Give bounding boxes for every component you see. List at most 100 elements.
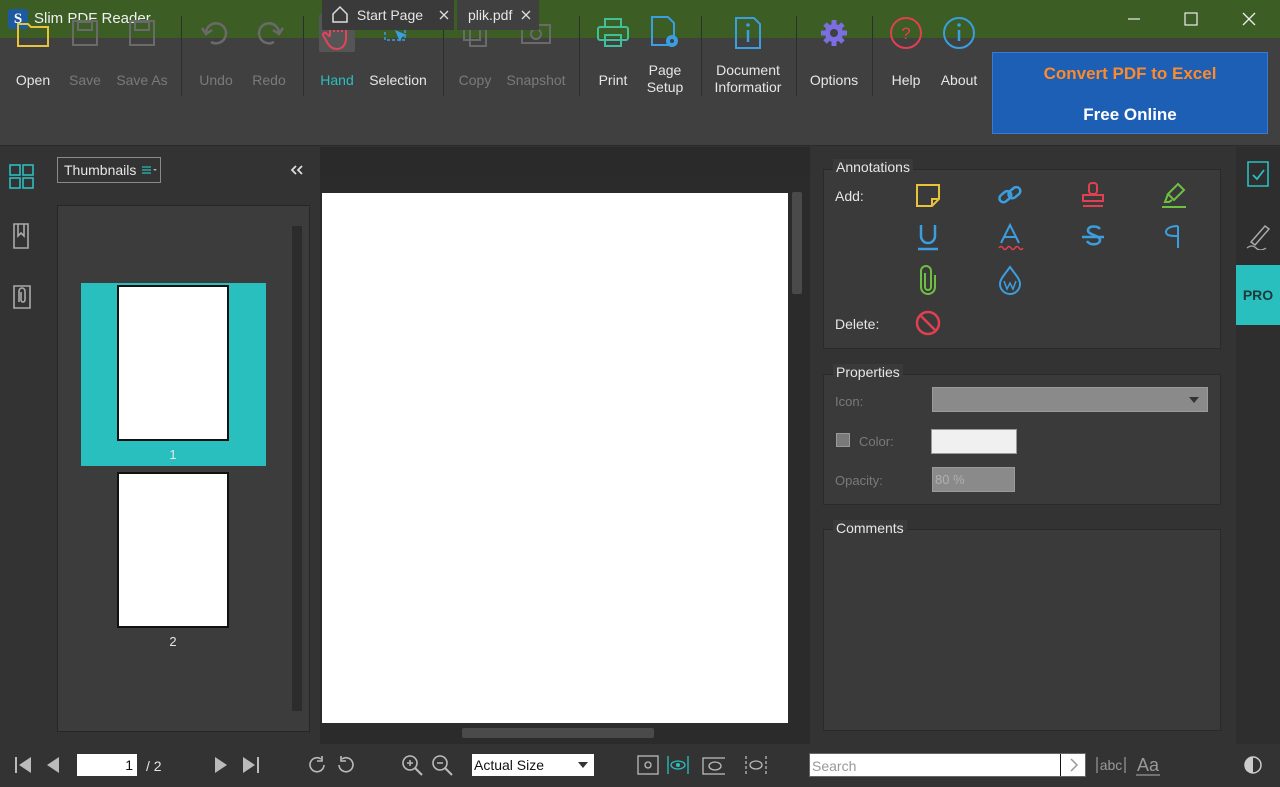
rotate-counterclockwise-button[interactable] <box>334 754 358 776</box>
page-setup-icon <box>651 16 678 47</box>
attachment-icon <box>13 285 31 309</box>
previous-page-icon <box>47 757 59 773</box>
add-freehand-button[interactable] <box>1160 223 1188 251</box>
about-button[interactable]: About <box>937 10 981 102</box>
collapse-panel-button[interactable] <box>290 163 304 181</box>
whole-word-icon: abc <box>1096 757 1126 773</box>
annotations-sidebar-button[interactable] <box>1245 160 1271 193</box>
redo-icon <box>257 22 285 45</box>
options-button[interactable]: Options <box>806 10 862 102</box>
zoom-level-value: Actual Size <box>474 757 545 773</box>
rotate-counterclockwise-icon <box>338 756 354 773</box>
single-page-view-button[interactable] <box>636 754 660 776</box>
undo-button[interactable]: Undo <box>194 10 238 102</box>
help-icon: ? <box>890 17 922 49</box>
view-continuous-icon <box>667 756 689 774</box>
close-icon <box>1242 12 1256 26</box>
thumbnails-view-button[interactable] <box>8 163 36 196</box>
total-pages: / 2 <box>146 758 162 774</box>
minimize-button[interactable] <box>1105 0 1163 38</box>
delete-annotation-button[interactable] <box>914 309 942 337</box>
convert-pdf-promo-banner[interactable]: Convert PDF to Excel Free Online <box>992 52 1268 134</box>
add-squiggly-button[interactable] <box>996 222 1024 251</box>
print-button[interactable]: Print <box>591 10 635 102</box>
add-strikeout-button[interactable] <box>1079 223 1107 251</box>
previous-page-button[interactable] <box>41 754 65 776</box>
match-case-button[interactable]: Aa <box>1134 754 1162 776</box>
next-page-button[interactable] <box>209 754 233 776</box>
zoom-level-select[interactable]: Actual Size <box>472 754 594 776</box>
search-go-button[interactable] <box>1062 754 1086 776</box>
bookmark-icon <box>13 223 29 249</box>
document-information-button[interactable]: Document Informatior <box>710 10 786 102</box>
whole-word-button[interactable]: abc <box>1095 754 1127 776</box>
pro-tab[interactable]: PRO <box>1236 265 1280 325</box>
opacity-spinner[interactable]: 80 % <box>932 467 1015 492</box>
squiggly-text-icon <box>998 222 1024 251</box>
color-swatch[interactable] <box>931 429 1017 454</box>
add-stamp-button[interactable] <box>1079 181 1107 209</box>
page-thumbnail-2[interactable] <box>117 472 229 628</box>
thumbnail-scrollbar[interactable] <box>292 226 302 711</box>
watermark-icon <box>998 265 1022 295</box>
horizontal-scrollbar[interactable] <box>462 728 654 738</box>
next-page-icon <box>215 757 227 773</box>
bookmarks-button[interactable] <box>10 222 34 255</box>
maximize-button[interactable] <box>1162 0 1220 38</box>
first-page-button[interactable] <box>11 754 35 776</box>
continuous-facing-view-button[interactable] <box>744 754 768 776</box>
signature-pen-icon <box>1246 224 1271 251</box>
add-link-button[interactable] <box>996 181 1024 209</box>
icon-property-label: Icon: <box>835 394 864 409</box>
double-chevron-left-icon <box>290 165 303 175</box>
thumbnails-dropdown-label: Thumbnails <box>64 162 137 178</box>
search-input[interactable]: Search <box>809 753 1086 777</box>
page-thumbnail-1[interactable] <box>117 285 229 441</box>
undo-icon <box>200 22 228 45</box>
page-number-input[interactable]: 1 <box>77 754 137 776</box>
color-checkbox[interactable] <box>836 433 850 447</box>
annotations-title: Annotations <box>833 159 913 175</box>
continuous-view-button[interactable] <box>666 754 690 776</box>
chevron-down-icon <box>578 762 588 768</box>
last-page-icon <box>243 757 259 773</box>
tab-start-page[interactable]: Start Page <box>322 0 454 30</box>
tab-plik-pdf[interactable]: plik.pdf <box>457 0 539 30</box>
thumbnails-dropdown[interactable]: Thumbnails <box>57 157 161 183</box>
underline-icon <box>918 225 938 251</box>
close-window-button[interactable] <box>1220 0 1278 38</box>
rotate-clockwise-button[interactable] <box>305 754 329 776</box>
toolbar-separator <box>181 16 182 96</box>
theme-toggle-button[interactable] <box>1241 754 1265 776</box>
add-attachment-button[interactable] <box>914 265 942 295</box>
add-note-button[interactable] <box>914 181 942 209</box>
printer-icon <box>597 18 629 47</box>
tab-label: Start Page <box>356 7 424 23</box>
view-single-icon <box>637 755 659 775</box>
page-setup-button[interactable]: Page Setup <box>643 10 687 102</box>
zoom-out-icon <box>432 755 453 776</box>
redo-button[interactable]: Redo <box>247 10 291 102</box>
help-button[interactable]: ? Help <box>884 10 928 102</box>
zoom-in-button[interactable] <box>400 754 424 776</box>
vertical-scrollbar[interactable] <box>792 192 802 294</box>
signature-button[interactable] <box>1245 222 1273 255</box>
save-button[interactable]: Save <box>62 10 108 102</box>
zoom-out-button[interactable] <box>430 754 454 776</box>
open-button[interactable]: Open <box>10 10 56 102</box>
last-page-button[interactable] <box>239 754 263 776</box>
icon-property-select[interactable] <box>932 387 1208 412</box>
add-watermark-button[interactable] <box>996 265 1024 295</box>
add-underline-button[interactable] <box>914 223 942 251</box>
add-highlight-button[interactable] <box>1160 181 1188 209</box>
facing-view-button[interactable] <box>701 754 725 776</box>
save-as-button[interactable]: Save As <box>114 10 170 102</box>
attachments-button[interactable] <box>10 282 34 315</box>
pdf-page[interactable] <box>322 193 788 723</box>
toolbar-separator <box>579 16 580 96</box>
grid-icon <box>9 164 34 189</box>
page-setup-label-1: Page <box>648 62 682 78</box>
home-icon <box>332 5 348 23</box>
paperclip-icon <box>920 265 936 295</box>
search-placeholder: Search <box>812 758 857 774</box>
